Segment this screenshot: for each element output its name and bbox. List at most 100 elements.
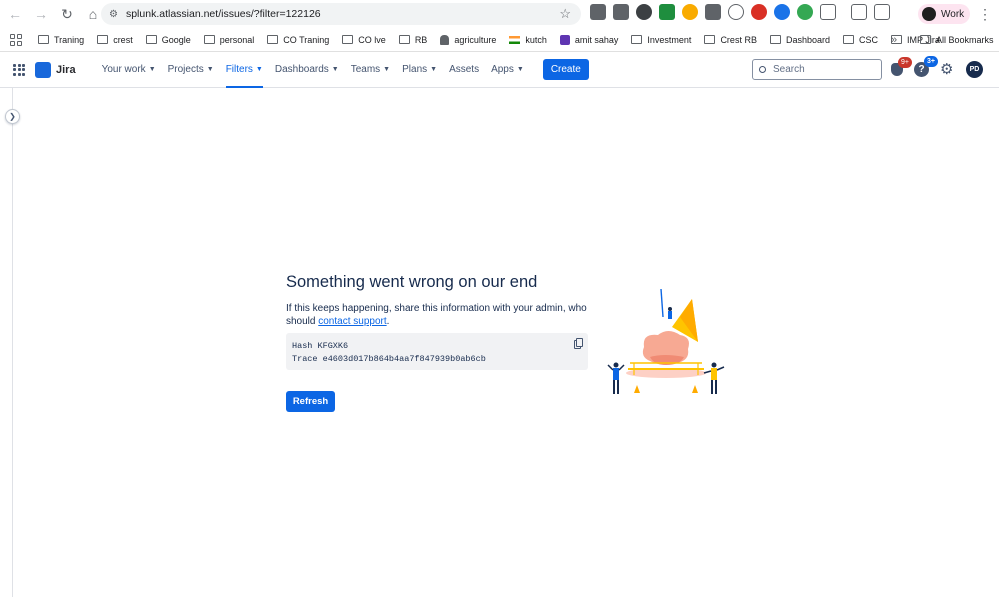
bookmark-item[interactable]: Dashboard [769,35,830,45]
nav-dashboards[interactable]: Dashboards ▼ [269,52,345,88]
create-button[interactable]: Create [542,59,589,80]
chevron-down-icon: ▼ [331,66,339,73]
site-settings-icon[interactable]: ⚙ [109,9,118,20]
bookmark-item[interactable]: Crest RB [704,35,757,45]
address-bar[interactable]: ⚙ splunk.atlassian.net/issues/?filter=12… [101,3,581,25]
bookmark-item[interactable]: agriculture [440,34,496,45]
address-bar-url: splunk.atlassian.net/issues/?filter=1221… [125,8,321,20]
error-title: Something went wrong on our end [286,273,538,291]
key-icon[interactable] [851,4,867,20]
profile-label: Work [941,8,965,20]
folder-icon [631,35,643,44]
play-extension-icon[interactable] [751,4,767,20]
bookmark-item[interactable]: Investment [631,35,691,45]
help-badge: 3+ [924,56,938,67]
bookmarks-bar: Traning crest Google personal CO Traning… [0,28,999,52]
camera-extension-icon[interactable] [590,4,606,20]
profile-avatar [922,7,936,21]
help-icon[interactable]: ? 3+ [914,56,938,77]
notes-icon [559,34,570,45]
nav-projects[interactable]: Projects ▼ [162,52,220,88]
bookmark-item[interactable]: crest [97,35,133,45]
nav-teams[interactable]: Teams ▼ [345,52,396,88]
bookmarks-overflow-button[interactable]: » [891,34,897,46]
extensions-row [590,4,890,20]
folder-icon [342,35,354,44]
bookmark-item[interactable]: Google [145,35,191,45]
app-switcher-icon[interactable] [13,63,25,76]
sidebar-rail [0,88,13,597]
folder-icon [38,35,49,44]
reload-icon[interactable]: ↻ [56,3,78,25]
browser-menu-icon[interactable]: ⋮ [978,6,992,23]
jira-logo[interactable]: Jira [35,61,76,78]
search-input[interactable]: Search [752,59,882,80]
cast-icon[interactable] [874,4,890,20]
bookmark-item[interactable]: Traning [38,35,84,45]
search-icon [759,66,766,73]
nav-assets[interactable]: Assets [443,52,485,88]
folder-icon [842,35,854,44]
chevron-down-icon: ▼ [430,66,438,73]
bookmark-item[interactable]: CO Traning [267,35,329,45]
qr-extension-icon[interactable] [613,4,629,20]
bookmark-star-icon[interactable]: ☆ [559,6,571,22]
jira-menu: Your work ▼ Projects ▼ Filters ▼ Dashboards… [96,52,530,88]
bookmark-item[interactable]: CO lve [342,35,386,45]
error-panel: Something went wrong on our end If this … [286,273,591,412]
error-description: If this keeps happening, share this info… [286,303,587,327]
bookmark-item[interactable]: amit sahay [559,34,618,45]
zoom-extension-icon[interactable] [774,4,790,20]
expand-sidebar-chevron-icon[interactable]: ❯ [5,109,20,124]
hash-line: Hash KFGXK6 [292,341,349,351]
contact-support-link[interactable]: contact support [318,316,386,327]
folder-icon [920,35,931,44]
chevron-down-icon: ▼ [255,66,263,73]
bookmark-item[interactable]: personal [203,35,254,45]
nav-your-work[interactable]: Your work ▼ [96,52,162,88]
jira-logo-icon [35,61,51,78]
folder-icon [769,35,781,44]
jira-product-name: Jira [56,63,76,76]
folder-icon [203,35,215,44]
color-extension-icon[interactable] [682,4,698,20]
folder-icon [398,35,410,44]
search-placeholder: Search [773,64,805,75]
nav-filters[interactable]: Filters ▼ [220,52,269,88]
nav-apps[interactable]: Apps ▼ [485,52,530,88]
chevron-down-icon: ▼ [516,66,524,73]
profile-button[interactable]: Work [918,4,970,24]
chevron-down-icon: ▼ [148,66,156,73]
nav-plans[interactable]: Plans ▼ [396,52,443,88]
error-illustration [607,288,725,394]
chevron-down-icon: ▼ [383,66,391,73]
bookmark-item[interactable]: CSC [842,35,878,45]
all-bookmarks-button[interactable]: All Bookmarks [920,35,994,45]
notifications-badge: 9+ [898,57,912,68]
copy-icon[interactable] [574,338,583,349]
green-extension-icon[interactable] [797,4,813,20]
image-extension-icon[interactable] [705,4,721,20]
bookmark-item[interactable]: RB [398,35,427,45]
chevron-down-icon: ▼ [206,66,214,73]
user-avatar[interactable]: PD [966,61,983,78]
record-extension-icon[interactable] [636,4,652,20]
folder-icon [145,35,157,44]
nav-right-icons: 9+ ? 3+ ⚙ PD [891,56,983,78]
back-icon[interactable]: ← [4,3,26,25]
notifications-bell-icon[interactable]: 9+ [891,57,912,76]
jira-top-nav: Jira Your work ▼ Projects ▼ Filters ▼ Dashb… [0,52,999,88]
error-details-box: Hash KFGXK6 Trace e4603d017b864b4aa7f847… [286,333,588,370]
refresh-button[interactable]: Refresh [286,391,335,412]
folder-icon [704,35,716,44]
farmer-icon [440,34,450,45]
bookmark-item[interactable]: kutch [509,35,547,45]
settings-gear-icon[interactable]: ⚙ [940,62,955,77]
puzzle-extension-icon[interactable] [820,4,836,20]
forward-icon[interactable]: → [30,3,52,25]
folder-icon [97,35,109,44]
shield-extension-icon[interactable] [659,4,675,20]
apps-grid-icon[interactable] [10,33,22,46]
trace-line: Trace e4603d017b864b4aa7f847939b0ab6cb [292,354,486,364]
face-extension-icon[interactable] [728,4,744,20]
